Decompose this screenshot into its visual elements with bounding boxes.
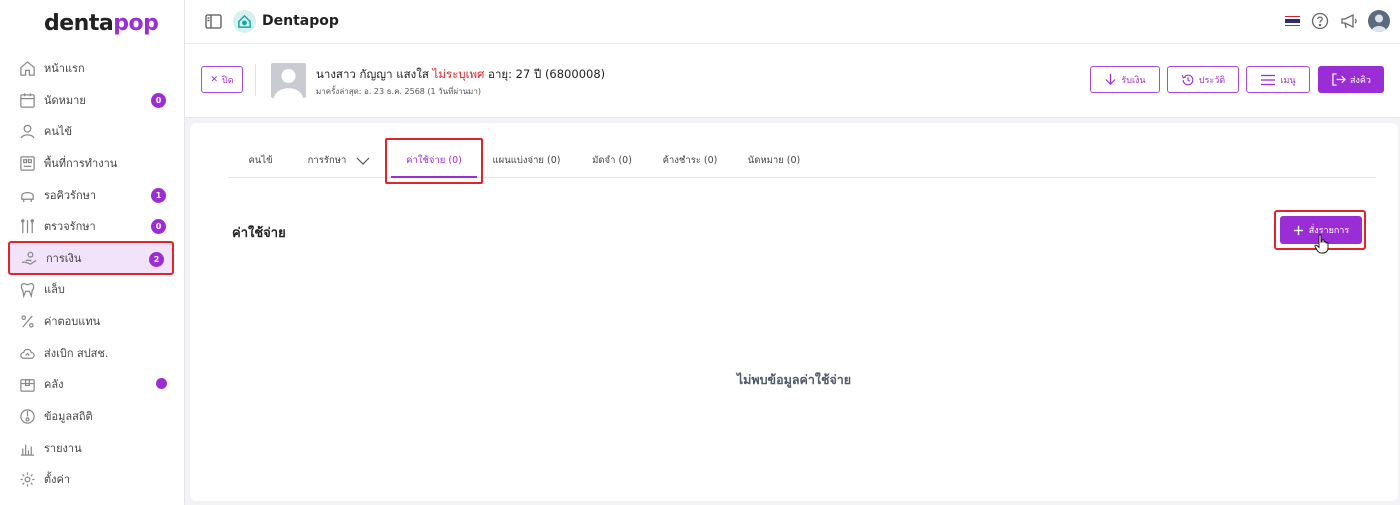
money-hand-icon <box>20 249 38 267</box>
count-badge: 0 <box>151 93 166 108</box>
count-badge: 2 <box>149 252 164 267</box>
tab-deposit[interactable]: มัดจำ (0) <box>581 143 643 178</box>
report-chart-icon <box>18 439 36 457</box>
sidebar-item-lab[interactable]: แล็บ <box>8 273 174 305</box>
close-icon: ✕ <box>210 74 218 85</box>
tooth-icon <box>18 280 36 298</box>
sidebar-item-nhso-claim[interactable]: ส่งเบิก สปสช. <box>8 337 174 369</box>
history-button[interactable]: ประวัติ <box>1167 66 1239 93</box>
workspace-icon <box>18 154 36 172</box>
chevron-down-icon <box>356 157 370 165</box>
sidebar-item-statistics[interactable]: ข้อมูลสถิติ <box>8 400 174 432</box>
patient-age: อายุ: 27 ปี <box>488 67 542 81</box>
app-logo[interactable]: dentapop <box>44 11 159 36</box>
menu-button[interactable]: เมนู <box>1246 66 1310 93</box>
sidebar-item-label: ส่งเบิก สปสช. <box>44 347 109 360</box>
thai-flag-icon[interactable] <box>1285 15 1300 27</box>
sidebar-toggle-icon[interactable] <box>205 13 222 30</box>
user-icon <box>18 122 36 140</box>
count-badge: 1 <box>151 188 166 203</box>
empty-state-text: ไม่พบข้อมูลค่าใช้จ่าย <box>736 372 852 387</box>
sidebar-item-settings[interactable]: ตั้งค่า <box>8 463 174 495</box>
sidebar-item-finance[interactable]: การเงิน 2 <box>8 241 174 275</box>
tab-outstanding[interactable]: ค้างชำระ (0) <box>653 143 727 178</box>
clinic-name: Dentapop <box>262 13 339 29</box>
sidebar-item-label: รอคิวรักษา <box>44 189 97 202</box>
sidebar-item-label: พื้นที่การทำงาน <box>44 157 118 170</box>
close-button[interactable]: ✕ ปิด <box>201 66 243 93</box>
hand-cursor-icon <box>1314 234 1329 254</box>
top-right-actions <box>1285 10 1390 32</box>
sidebar-item-label: ตั้งค่า <box>44 473 71 486</box>
sidebar-item-examination[interactable]: ตรวจรักษา 0 <box>8 210 174 242</box>
send-arrow-icon <box>1332 73 1346 86</box>
clinic-logo-icon <box>233 10 256 33</box>
sidebar-item-workspace[interactable]: พื้นที่การทำงาน <box>8 147 174 179</box>
content-card <box>190 123 1398 501</box>
section-title: ค่าใช้จ่าย <box>232 226 286 241</box>
sidebar-item-home[interactable]: หน้าแรก <box>8 52 174 84</box>
last-visit-text: มาครั้งล่าสุด: อ. 23 ธ.ค. 2568 (1 วันที่… <box>316 87 481 96</box>
patient-avatar <box>271 63 306 98</box>
tab-treatment[interactable]: การรักษา <box>293 143 385 178</box>
percent-icon <box>18 312 36 330</box>
count-badge: 0 <box>151 219 166 234</box>
tab-patient[interactable]: คนไข้ <box>228 143 293 178</box>
send-queue-button[interactable]: ส่งคิว <box>1318 66 1384 93</box>
sidebar-item-compensation[interactable]: ค่าตอบแทน <box>8 305 174 337</box>
sidebar-item-label: ค่าตอบแทน <box>44 315 101 328</box>
receive-payment-button[interactable]: รับเงิน <box>1090 66 1160 93</box>
sidebar-item-inventory[interactable]: คลัง <box>8 368 174 400</box>
sidebar-item-label: รายงาน <box>44 442 82 455</box>
gear-icon <box>18 470 36 488</box>
stats-icon <box>18 407 36 425</box>
sidebar-item-label: แล็บ <box>44 283 65 296</box>
box-icon <box>18 375 36 393</box>
sidebar-item-waiting-queue[interactable]: รอคิวรักษา 1 <box>8 179 174 211</box>
sidebar-item-label: หน้าแรก <box>44 62 85 75</box>
sidebar-item-reports[interactable]: รายงาน <box>8 432 174 464</box>
divider <box>255 64 256 96</box>
user-avatar[interactable] <box>1368 10 1390 32</box>
calendar-icon <box>18 91 36 109</box>
sidebar-item-label: นัดหมาย <box>44 94 86 107</box>
patient-name: นางสาว กัญญา แสงใส ไม่ระบุเพศ อายุ: 27 ป… <box>316 67 606 81</box>
plus-icon <box>1293 225 1303 235</box>
cloud-upload-icon <box>18 344 36 362</box>
dental-tools-icon <box>18 217 36 235</box>
sidebar-item-label: คลัง <box>44 378 64 391</box>
home-icon <box>18 59 36 77</box>
sidebar: dentapop หน้าแรก นัดหมาย 0 คนไข้ พื้นที่… <box>0 0 185 505</box>
sidebar-item-label: คนไข้ <box>44 125 72 138</box>
hamburger-icon <box>1261 74 1276 85</box>
sidebar-item-appointments[interactable]: นัดหมาย 0 <box>8 84 174 116</box>
patient-hn: (6800008) <box>544 67 606 81</box>
active-tab-underline <box>391 176 477 178</box>
help-icon[interactable] <box>1310 12 1329 31</box>
history-icon <box>1181 74 1194 85</box>
tab-installment-plan[interactable]: แผนแบ่งจ่าย (0) <box>484 143 569 178</box>
megaphone-icon[interactable] <box>1339 12 1358 31</box>
dental-chair-icon <box>18 186 36 204</box>
sidebar-item-label: ตรวจรักษา <box>44 220 96 233</box>
sidebar-item-label: การเงิน <box>46 252 82 265</box>
sidebar-item-patients[interactable]: คนไข้ <box>8 115 174 147</box>
arrow-down-icon <box>1105 73 1116 85</box>
sidebar-item-label: ข้อมูลสถิติ <box>44 410 93 423</box>
tab-appointments[interactable]: นัดหมาย (0) <box>740 143 808 178</box>
patient-header: ✕ ปิด นางสาว กัญญา แสงใส ไม่ระบุเพศ อายุ… <box>185 44 1400 118</box>
patient-gender: ไม่ระบุเพศ <box>432 67 485 81</box>
top-bar: Dentapop <box>185 0 1400 44</box>
status-dot <box>156 378 167 389</box>
